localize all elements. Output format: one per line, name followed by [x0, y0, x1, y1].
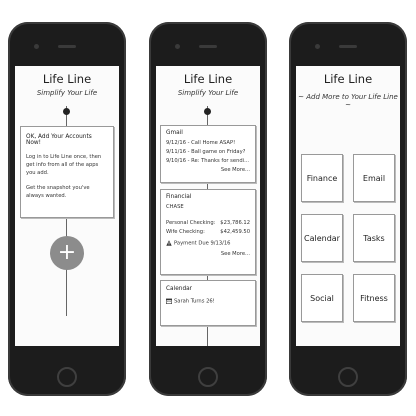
account-row: Personal Checking: $23,786.12 — [166, 220, 250, 226]
bank-name: CHASE — [166, 204, 184, 210]
phone-1: Life Line Simplify Your Life OK, Add You… — [8, 22, 126, 396]
social-tile[interactable]: Social — [301, 274, 343, 322]
calendar-event[interactable]: Sarah Turns 26! — [166, 298, 250, 305]
fitness-tile[interactable]: Fitness — [353, 274, 395, 322]
payment-due-alert: Payment Due 9/13/16 — [166, 240, 250, 247]
card-body-text: Log in to Life Line once, then get info … — [26, 154, 102, 176]
financial-card[interactable]: Financial CHASE Personal Checking: $23,7… — [160, 189, 256, 275]
email-tile[interactable]: Email — [353, 154, 395, 202]
app-title: Life Line — [183, 72, 233, 86]
home-button[interactable] — [338, 367, 358, 387]
earpiece-speaker — [339, 45, 357, 48]
front-camera — [175, 44, 180, 49]
front-camera — [34, 44, 39, 49]
gmail-card-title: Gmail — [166, 130, 183, 136]
warning-icon — [166, 240, 172, 246]
add-account-button[interactable]: + — [50, 236, 84, 270]
financial-see-more-link[interactable]: See More... — [166, 251, 250, 257]
calendar-card[interactable]: Calendar Sarah Turns 26! — [160, 280, 256, 326]
timeline-dot — [204, 108, 211, 115]
tasks-tile[interactable]: Tasks — [353, 214, 395, 262]
card-heading: OK, Add Your Accounts Now! — [26, 134, 92, 146]
calendar-icon — [166, 298, 172, 304]
card-body-text-2: Get the snapshot you've always wanted. — [26, 185, 90, 200]
gmail-card[interactable]: Gmail 9/12/16 - Call Home ASAP! 9/11/16 … — [160, 125, 256, 183]
account-amount: $42,459.50 — [220, 229, 250, 235]
finance-tile[interactable]: Finance — [301, 154, 343, 202]
plus-icon: + — [57, 240, 77, 265]
payment-due-text: Payment Due 9/13/16 — [174, 240, 231, 247]
earpiece-speaker — [199, 45, 217, 48]
phone-3: Life Line ~ Add More to Your Life Line ~… — [289, 22, 407, 396]
front-camera — [315, 44, 320, 49]
app-subtitle: Simplify Your Life — [177, 89, 239, 97]
earpiece-speaker — [58, 45, 76, 48]
account-amount: $23,786.12 — [220, 220, 250, 226]
account-row: Wife Checking: $42,459.50 — [166, 229, 250, 235]
calendar-event-text: Sarah Turns 26! — [174, 298, 215, 305]
account-label: Personal Checking: — [166, 220, 216, 226]
gmail-see-more-link[interactable]: See More... — [166, 167, 250, 173]
screen-timeline: Life Line Simplify Your Life Gmail 9/12/… — [156, 66, 260, 346]
home-button[interactable] — [198, 367, 218, 387]
calendar-card-title: Calendar — [166, 286, 193, 292]
add-more-prompt: ~ Add More to Your Life Line ~ — [298, 93, 398, 109]
add-accounts-card: OK, Add Your Accounts Now! Log in to Lif… — [20, 126, 114, 218]
app-subtitle: Simplify Your Life — [36, 89, 98, 97]
app-title: Life Line — [42, 72, 92, 86]
screen-add-more: Life Line ~ Add More to Your Life Line ~… — [296, 66, 400, 346]
email-item[interactable]: 9/10/16 - Re: Thanks for sendi... — [166, 158, 250, 164]
screen-onboarding: Life Line Simplify Your Life OK, Add You… — [15, 66, 119, 346]
phone-2: Life Line Simplify Your Life Gmail 9/12/… — [149, 22, 267, 396]
financial-card-title: Financial — [166, 194, 192, 200]
email-item[interactable]: 9/12/16 - Call Home ASAP! — [166, 140, 250, 146]
account-label: Wife Checking: — [166, 229, 205, 235]
calendar-tile[interactable]: Calendar — [301, 214, 343, 262]
app-title: Life Line — [323, 72, 373, 86]
timeline-dot — [63, 108, 70, 115]
email-item[interactable]: 9/11/16 - Ball game on Friday? — [166, 149, 250, 155]
home-button[interactable] — [57, 367, 77, 387]
